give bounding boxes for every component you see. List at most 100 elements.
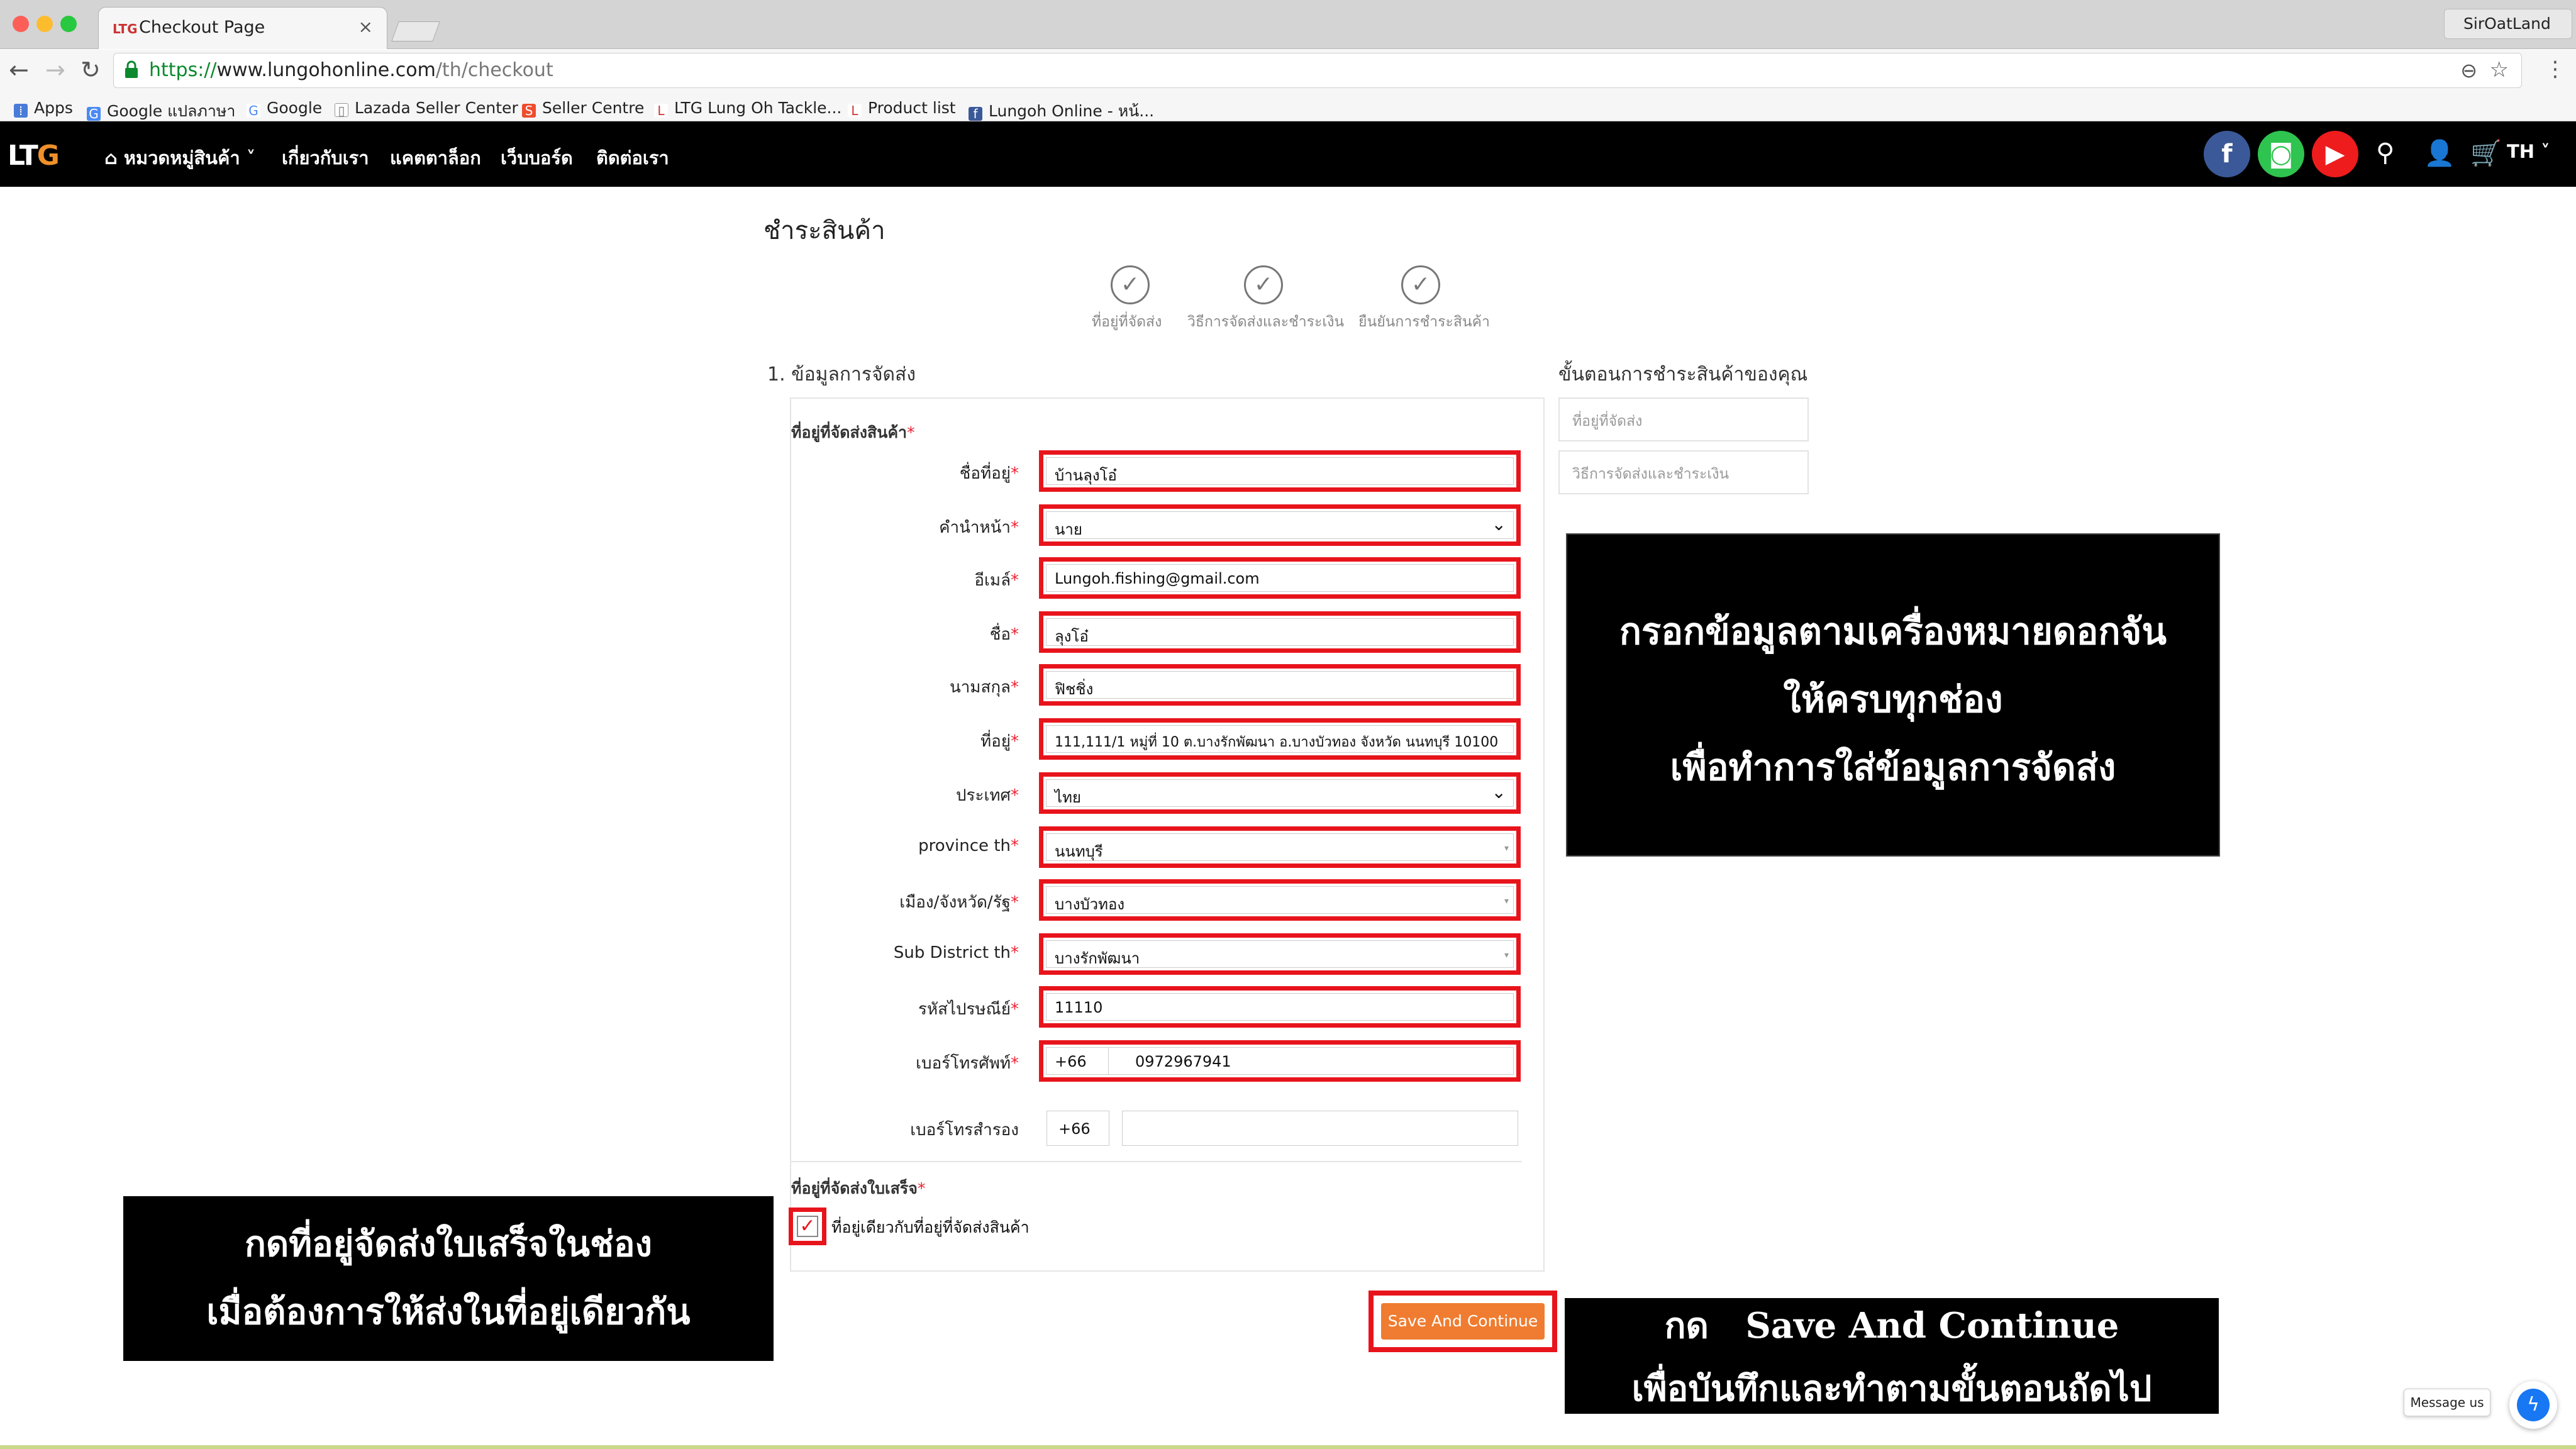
bookmark-apps[interactable]: ⁞ Apps xyxy=(14,99,73,118)
forward-arrow-icon[interactable]: → xyxy=(45,56,65,84)
subdistrict-select[interactable]: บางรักพัฒนา ▾ xyxy=(1039,933,1521,975)
field-label: อีเมล์* xyxy=(974,571,1019,590)
close-window-icon[interactable] xyxy=(13,16,29,32)
first-name-input[interactable]: ลุงโอ๋ xyxy=(1039,611,1521,653)
search-icon[interactable]: ⚲ xyxy=(2376,138,2394,167)
message-us-label[interactable]: Message us xyxy=(2404,1389,2490,1416)
messenger-icon: ϟ xyxy=(2517,1389,2550,1421)
alt-phone-label: เบอร์โทรสำรอง xyxy=(910,1121,1019,1140)
bookmark-lazada[interactable]: ▯ Lazada Seller Center xyxy=(335,99,518,118)
bookmark-seller-centre[interactable]: S Seller Centre xyxy=(522,99,644,118)
title-select[interactable]: นาย ⌄ xyxy=(1039,504,1521,546)
home-icon: ⌂ xyxy=(104,147,124,169)
facebook-icon[interactable]: f xyxy=(2204,131,2250,177)
checkmark-icon: ✓ xyxy=(797,1216,818,1237)
country-select[interactable]: ไทย ⌄ xyxy=(1039,772,1521,814)
instruction-fill-fields: กรอกข้อมูลตามเครื่องหมายดอกจัน ให้ครบทุก… xyxy=(1566,533,2220,857)
cart-icon[interactable]: 🛒 xyxy=(2470,138,2502,168)
alt-phone-input[interactable] xyxy=(1122,1111,1518,1146)
caret-icon: ▾ xyxy=(1504,896,1509,906)
tab-title: Checkout Page xyxy=(139,18,265,37)
postcode-input[interactable]: 11110 xyxy=(1039,986,1521,1028)
sidebar-step[interactable]: ที่อยู่ที่จัดส่ง xyxy=(1558,397,1809,441)
browser-menu-icon[interactable]: ⋮ xyxy=(2545,57,2566,82)
alt-phone-country-code[interactable]: +66 xyxy=(1046,1111,1109,1146)
address-bar[interactable]: https://www.lungohonline.com/th/checkout… xyxy=(113,53,2522,88)
lock-icon xyxy=(125,60,138,78)
province-select[interactable]: นนทบุรี ▾ xyxy=(1039,826,1521,868)
field-label: province th* xyxy=(918,836,1019,855)
email-input[interactable]: Lungoh.fishing@gmail.com xyxy=(1039,557,1521,599)
user-icon[interactable]: 👤 xyxy=(2424,138,2455,168)
chevron-down-icon: ⌄ xyxy=(1491,782,1506,802)
step-check-icon: ✓ xyxy=(1401,265,1440,304)
browser-tab[interactable]: LTG Checkout Page × xyxy=(98,7,387,49)
section-title: 1. ข้อมูลการจัดส่ง xyxy=(767,364,916,386)
chevron-down-icon: ˅ xyxy=(240,147,256,169)
sidebar-step[interactable]: วิธีการจัดส่งและชำระเงิน xyxy=(1558,450,1809,494)
phone-input[interactable]: +66 0972967941 xyxy=(1039,1040,1521,1082)
instruction-billing: กดที่อยู่จัดส่งใบเสร็จในช่อง เมื่อต้องกา… xyxy=(123,1196,774,1361)
profile-button[interactable]: SirOatLand xyxy=(2444,9,2572,39)
back-arrow-icon[interactable]: ← xyxy=(9,56,29,84)
step-check-icon: ✓ xyxy=(1111,265,1150,304)
bookmarks-bar: ⁞ Apps G Google แปลภาษา G Google ▯ Lazada Se… xyxy=(0,94,2576,121)
bookmark-google[interactable]: G Google xyxy=(247,99,322,118)
caret-icon: ▾ xyxy=(1504,950,1509,960)
save-and-continue-button[interactable]: Save And Continue xyxy=(1381,1303,1545,1340)
tab-favicon-icon: LTG xyxy=(113,21,138,36)
step-label: ยืนยันการชำระสินค้า xyxy=(1358,314,1490,330)
billing-address-header: ที่อยู่ที่จัดส่งใบเสร็จ* xyxy=(791,1179,926,1197)
youtube-icon[interactable]: ▶ xyxy=(2312,131,2358,177)
bookmark-star-icon[interactable]: ☆ xyxy=(2490,57,2509,82)
close-tab-icon[interactable]: × xyxy=(358,16,373,37)
divider xyxy=(791,1161,1522,1162)
country-code: +66 xyxy=(1055,1053,1087,1070)
bookmark-google-translate[interactable]: G Google แปลภาษา xyxy=(87,99,235,124)
sidebar-title: ขั้นตอนการชำระสินค้าของคุณ xyxy=(1558,364,1808,386)
language-selector[interactable]: TH ˅ xyxy=(2507,141,2550,162)
caret-icon: ▾ xyxy=(1504,843,1509,853)
nav-about[interactable]: เกี่ยวกับเรา xyxy=(282,143,369,172)
field-label: ชื่อ* xyxy=(989,625,1019,644)
shipping-address-header: ที่อยู่ที่จัดส่งสินค้า* xyxy=(791,423,915,441)
district-select[interactable]: บางบัวทอง ▾ xyxy=(1039,879,1521,921)
field-label: นามสกุล* xyxy=(949,678,1019,697)
billing-same-checkbox[interactable]: ✓ xyxy=(789,1208,826,1245)
messenger-button[interactable]: ϟ xyxy=(2509,1381,2557,1429)
nav-catalog[interactable]: แคตตาล็อก xyxy=(390,143,481,172)
address-name-input[interactable]: บ้านลุงโอ๋ xyxy=(1039,450,1521,492)
address-input[interactable]: 111,111/1 หมู่ที่ 10 ต.บางรักพัฒนา อ.บาง… xyxy=(1039,718,1521,760)
field-label: รหัสไปรษณีย์* xyxy=(918,1000,1019,1019)
step-check-icon: ✓ xyxy=(1244,265,1283,304)
page-title: ชำระสินค้า xyxy=(763,216,886,245)
nav-webboard[interactable]: เว็บบอร์ด xyxy=(501,143,573,172)
url-text: https://www.lungohonline.com/th/checkout xyxy=(149,59,553,81)
step-label: ที่อยู่ที่จัดส่ง xyxy=(1092,314,1162,330)
nav-categories[interactable]: ⌂ หมวดหมู่สินค้า ˅ xyxy=(104,143,255,172)
field-label: Sub District th* xyxy=(893,943,1019,962)
bookmark-lungoh-online[interactable]: f Lungoh Online - หน้... xyxy=(969,99,1154,124)
nav-contact[interactable]: ติดต่อเรา xyxy=(596,143,669,172)
chevron-down-icon: ⌄ xyxy=(1491,514,1506,535)
field-label: คำนำหน้า* xyxy=(939,518,1019,537)
maximize-window-icon[interactable] xyxy=(60,16,77,32)
step-label: วิธีการจัดส่งและชำระเงิน xyxy=(1187,314,1345,330)
line-icon[interactable]: ◙ xyxy=(2258,131,2304,177)
site-header xyxy=(0,121,2576,187)
field-label: เมือง/จังหวัด/รัฐ* xyxy=(899,893,1019,912)
reload-icon[interactable]: ↻ xyxy=(80,56,101,84)
field-label: เบอร์โทรศัพท์* xyxy=(916,1054,1019,1073)
site-logo[interactable]: LTG xyxy=(8,140,60,172)
field-label: ที่อยู่* xyxy=(980,732,1019,751)
bookmark-ltg[interactable]: L LTG Lung Oh Tackle... xyxy=(654,99,841,118)
billing-same-label[interactable]: ที่อยู่เดียวกับที่อยู่ที่จัดส่งสินค้า xyxy=(831,1215,1030,1240)
minimize-window-icon[interactable] xyxy=(36,16,53,32)
zoom-icon[interactable]: ⊖ xyxy=(2460,58,2477,82)
field-label: ประเทศ* xyxy=(956,786,1019,805)
last-name-input[interactable]: ฟิชชิ่ง xyxy=(1039,664,1521,706)
bookmark-product-list[interactable]: L Product list xyxy=(848,99,956,118)
page-bottom-border xyxy=(0,1445,2576,1449)
new-tab-button[interactable] xyxy=(391,21,440,42)
field-label: ชื่อที่อยู่* xyxy=(959,464,1019,483)
